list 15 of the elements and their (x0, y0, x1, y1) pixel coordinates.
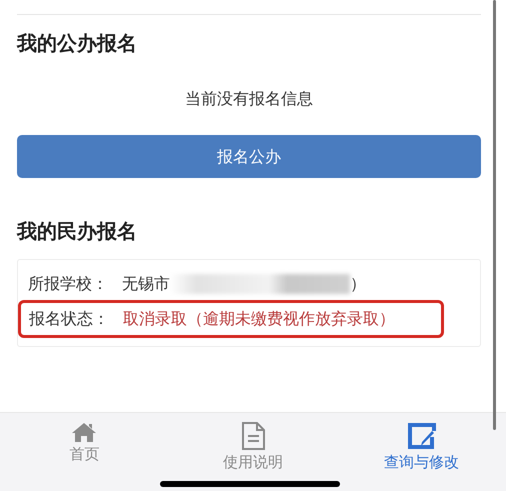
field-value: 无锡市 (122, 273, 170, 295)
edit-icon (406, 421, 438, 451)
section-title: 我的民办报名 (17, 219, 138, 243)
field-label: 报名状态： (29, 308, 109, 330)
tab-item[interactable]: 首页 (0, 413, 169, 491)
empty-message: 当前没有报名信息 (184, 88, 314, 110)
tab-item[interactable]: 查询与修改 (337, 413, 506, 491)
field-value: ） (350, 273, 366, 295)
document-icon (240, 421, 266, 451)
register-button[interactable]: 报名公办 (17, 135, 481, 178)
section-title: 我的公办报名 (17, 31, 138, 55)
field-label: 所报学校： (28, 273, 108, 295)
home-icon (71, 421, 98, 443)
status-value: 取消录取（逾期未缴费视作放弃录取） (123, 308, 395, 330)
tab-item[interactable]: 使用说明 (168, 413, 338, 491)
